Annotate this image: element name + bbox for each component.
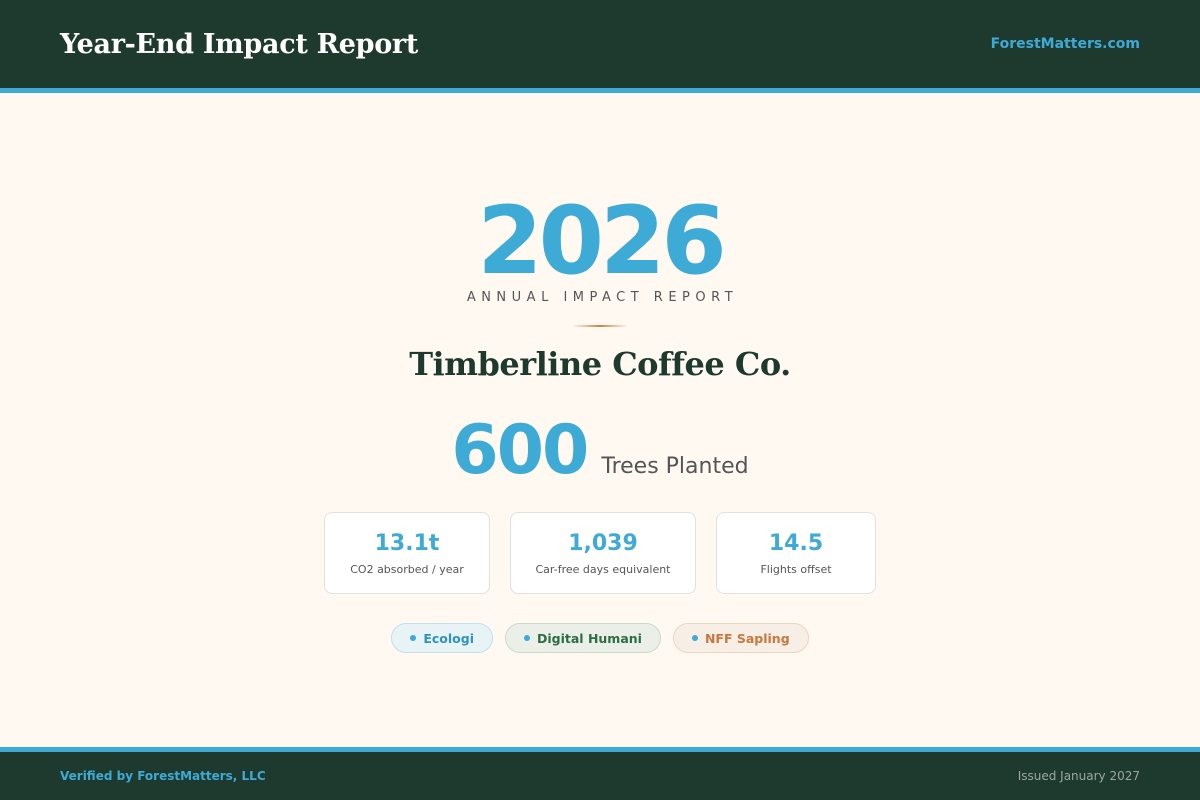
partner-tag-label: Digital Humani bbox=[537, 630, 642, 646]
stat-label: CO2 absorbed / year bbox=[350, 562, 464, 576]
partner-tags: Ecologi Digital Humani NFF Sapling bbox=[0, 623, 1200, 653]
divider bbox=[572, 325, 628, 327]
report-year: 2026 bbox=[477, 187, 727, 296]
stat-value: 14.5 bbox=[768, 530, 824, 556]
stat-card-flights: 14.5 Flights offset bbox=[716, 512, 876, 594]
stat-label: Flights offset bbox=[760, 562, 832, 576]
partner-tag-ecologi: Ecologi bbox=[391, 623, 493, 653]
stat-card-co2: 13.1t CO2 absorbed / year bbox=[324, 512, 490, 594]
partner-tag-digital-humani: Digital Humani bbox=[505, 623, 661, 653]
trees-label: Trees Planted bbox=[601, 454, 749, 479]
footer: Verified by ForestMatters, LLC Issued Ja… bbox=[0, 752, 1200, 800]
company-name: Timberline Coffee Co. bbox=[409, 345, 791, 383]
stat-value: 13.1t bbox=[374, 530, 440, 556]
dot-icon bbox=[691, 635, 698, 641]
top-header: Year-End Impact Report ForestMatters.com bbox=[0, 0, 1200, 88]
report-title: Year-End Impact Report bbox=[60, 28, 419, 60]
trees-planted: 600 Trees Planted bbox=[0, 411, 1200, 491]
issued-date: Issued January 2027 bbox=[1017, 769, 1140, 783]
stat-value: 1,039 bbox=[568, 530, 638, 556]
partner-tag-label: Ecologi bbox=[423, 630, 474, 646]
verified-by: Verified by ForestMatters, LLC bbox=[60, 769, 266, 783]
dot-icon bbox=[410, 635, 417, 641]
partner-tag-nff-sapling: NFF Sapling bbox=[672, 623, 809, 653]
trees-count: 600 bbox=[451, 411, 589, 490]
dot-icon bbox=[524, 635, 530, 641]
report-subtitle: ANNUAL IMPACT REPORT bbox=[466, 290, 739, 305]
stat-label: Car-free days equivalent bbox=[535, 562, 671, 576]
site-link[interactable]: ForestMatters.com bbox=[991, 36, 1140, 52]
stats-row: 13.1t CO2 absorbed / year 1,039 Car-free… bbox=[324, 512, 876, 594]
report-body: 2026 ANNUAL IMPACT REPORT Timberline Cof… bbox=[0, 93, 1200, 747]
stat-card-car-free-days: 1,039 Car-free days equivalent bbox=[510, 512, 696, 594]
partner-tag-label: NFF Sapling bbox=[704, 630, 790, 646]
